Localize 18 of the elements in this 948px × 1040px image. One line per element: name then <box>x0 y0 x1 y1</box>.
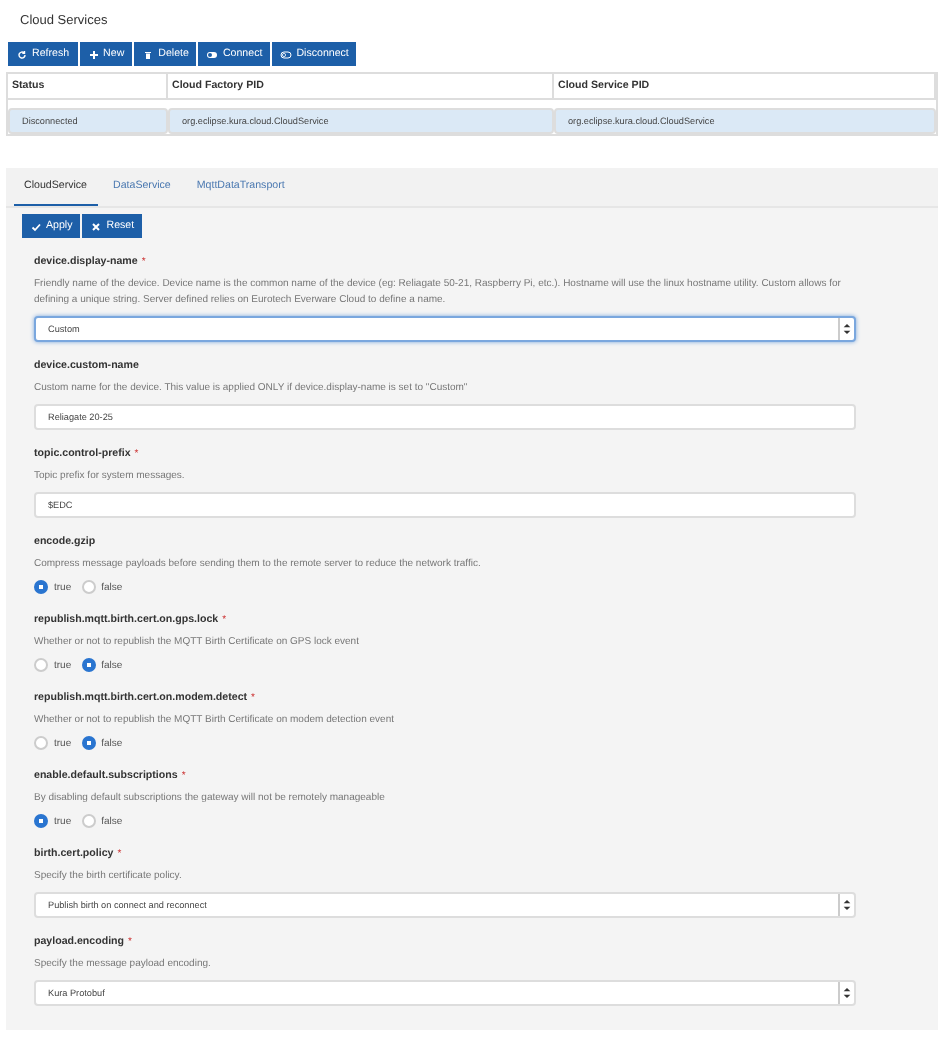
caret-icon <box>838 982 854 1004</box>
radio-button[interactable] <box>34 736 48 750</box>
radio-button[interactable] <box>34 658 48 672</box>
toggle-icon <box>280 49 293 59</box>
trash-icon <box>142 49 155 59</box>
close-icon <box>90 221 103 231</box>
radio-button[interactable] <box>81 814 96 828</box>
caret-icon <box>838 318 854 340</box>
radio-button[interactable] <box>81 580 96 594</box>
refresh-icon <box>16 49 28 59</box>
radio-button[interactable] <box>81 736 96 750</box>
check-icon <box>30 221 42 231</box>
toggle-icon <box>206 49 219 59</box>
radio-button[interactable] <box>81 658 96 672</box>
radio-button[interactable] <box>34 814 48 828</box>
radio-button[interactable] <box>34 580 48 594</box>
plus-icon <box>87 49 100 59</box>
caret-icon <box>838 894 854 916</box>
